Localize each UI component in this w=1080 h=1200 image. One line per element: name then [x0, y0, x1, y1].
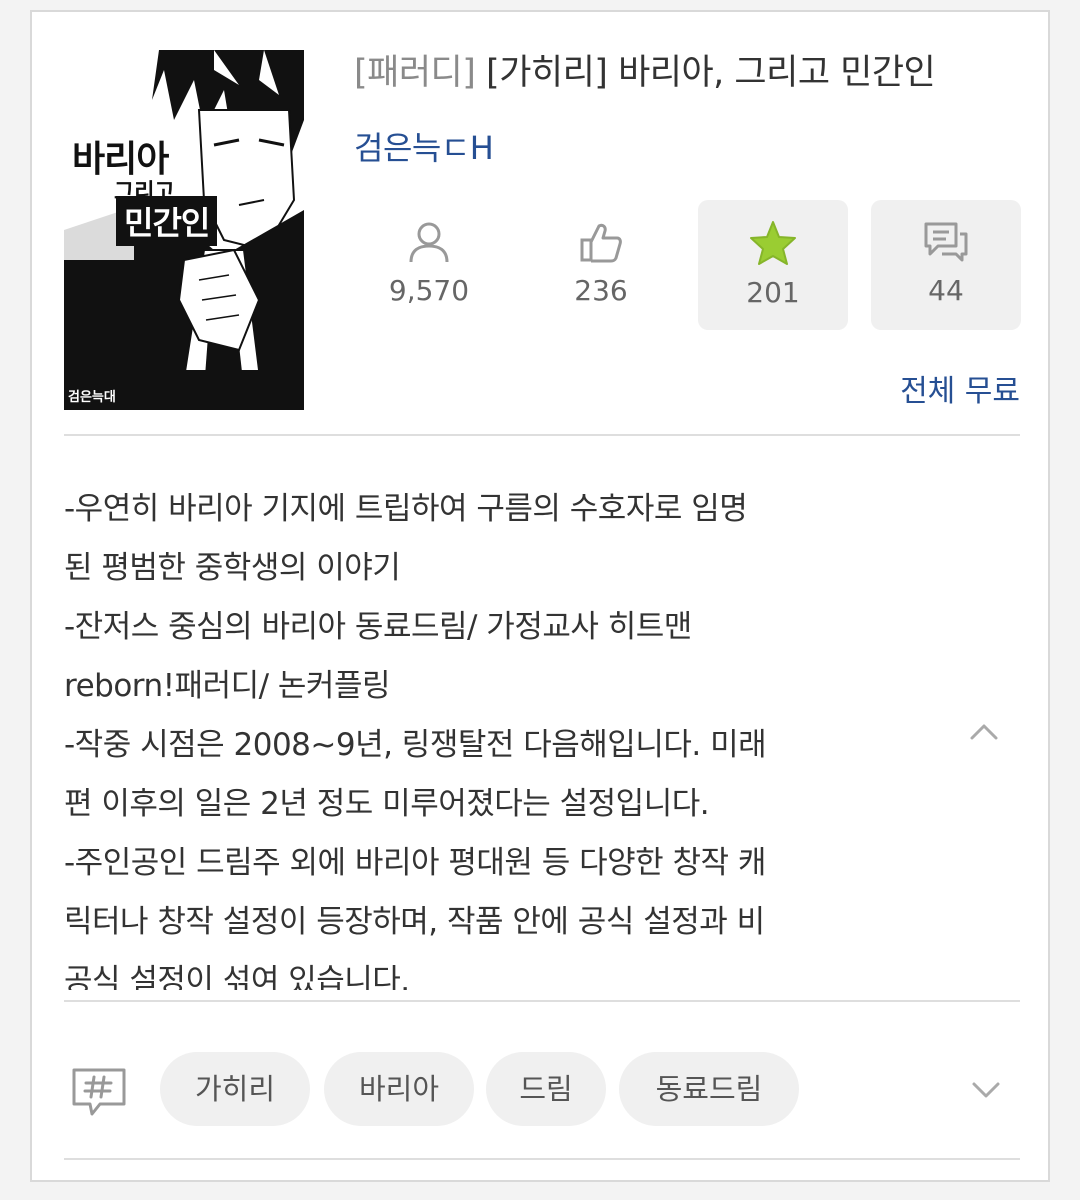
synopsis-line: -잔저스 중심의 바리아 동료드림/ 가정교사 히트맨 — [64, 609, 692, 645]
tag-chip[interactable]: 동료드림 — [619, 1052, 799, 1126]
favorite-button[interactable]: 201 — [698, 200, 848, 330]
synopsis-line: -작중 시점은 2008~9년, 링쟁탈전 다음해입니다. 미래 — [64, 727, 767, 763]
tag-row: 가히리 바리아 드림 동료드림 — [64, 1052, 1020, 1126]
stats-row: 9,570 236 201 44 — [354, 200, 1021, 330]
like-stat[interactable]: 236 — [526, 200, 676, 330]
view-count-stat: 9,570 — [354, 200, 504, 330]
tag-chip[interactable]: 드림 — [486, 1052, 606, 1126]
author-link[interactable]: 검은늑ㄷH — [354, 126, 494, 170]
thumbs-up-icon — [580, 223, 622, 263]
work-title-text: [가히리] 바리아, 그리고 민간인 — [475, 53, 936, 93]
expand-tags-button[interactable] — [966, 1070, 1006, 1110]
work-detail-card: 바리아 그리고 민간인 검은늑대 [패러디] [가히리] 바리아, 그리고 민간… — [30, 10, 1050, 1182]
tag-chip[interactable]: 바리아 — [324, 1052, 474, 1126]
synopsis-line: reborn!패러디/ 논커플링 — [64, 668, 391, 704]
synopsis-line: 공식 설정이 섞여 있습니다. — [64, 963, 410, 990]
comment-count: 44 — [928, 274, 964, 307]
cover-title-highlight: 민간인 — [116, 196, 218, 246]
cover-image[interactable]: 바리아 그리고 민간인 검은늑대 — [64, 50, 304, 410]
synopsis-line: -우연히 바리아 기지에 트립하여 구름의 수호자로 임명 — [64, 491, 748, 527]
pricing-label: 전체 무료 — [900, 374, 1020, 409]
divider — [64, 1000, 1020, 1002]
like-count: 236 — [574, 274, 628, 307]
comment-button[interactable]: 44 — [871, 200, 1021, 330]
work-title: [패러디] [가히리] 바리아, 그리고 민간인 — [354, 48, 1020, 100]
hashtag-icon — [72, 1068, 126, 1116]
collapse-synopsis-button[interactable] — [964, 712, 1004, 752]
person-icon — [409, 222, 449, 263]
divider — [64, 1158, 1020, 1160]
chevron-down-icon — [972, 1082, 1000, 1098]
chevron-up-icon — [970, 724, 998, 740]
cover-author: 검은늑대 — [68, 390, 116, 405]
view-count: 9,570 — [388, 274, 470, 307]
comment-icon — [924, 222, 968, 262]
synopsis-line: 릭터나 창작 설정이 등장하며, 작품 안에 공식 설정과 비 — [64, 904, 765, 940]
favorite-count: 201 — [746, 276, 800, 309]
synopsis: -우연히 바리아 기지에 트립하여 구름의 수호자로 임명 된 평범한 중학생의… — [64, 480, 944, 990]
tag-chip[interactable]: 가히리 — [160, 1052, 310, 1126]
genre-tag: [패러디] — [354, 53, 476, 93]
synopsis-line: -주인공인 드림주 외에 바리아 평대원 등 다양한 창작 캐 — [64, 845, 766, 881]
star-icon — [750, 221, 796, 265]
synopsis-line: 된 평범한 중학생의 이야기 — [64, 550, 401, 586]
divider — [64, 434, 1020, 436]
synopsis-line: 편 이후의 일은 2년 정도 미루어졌다는 설정입니다. — [64, 786, 710, 822]
